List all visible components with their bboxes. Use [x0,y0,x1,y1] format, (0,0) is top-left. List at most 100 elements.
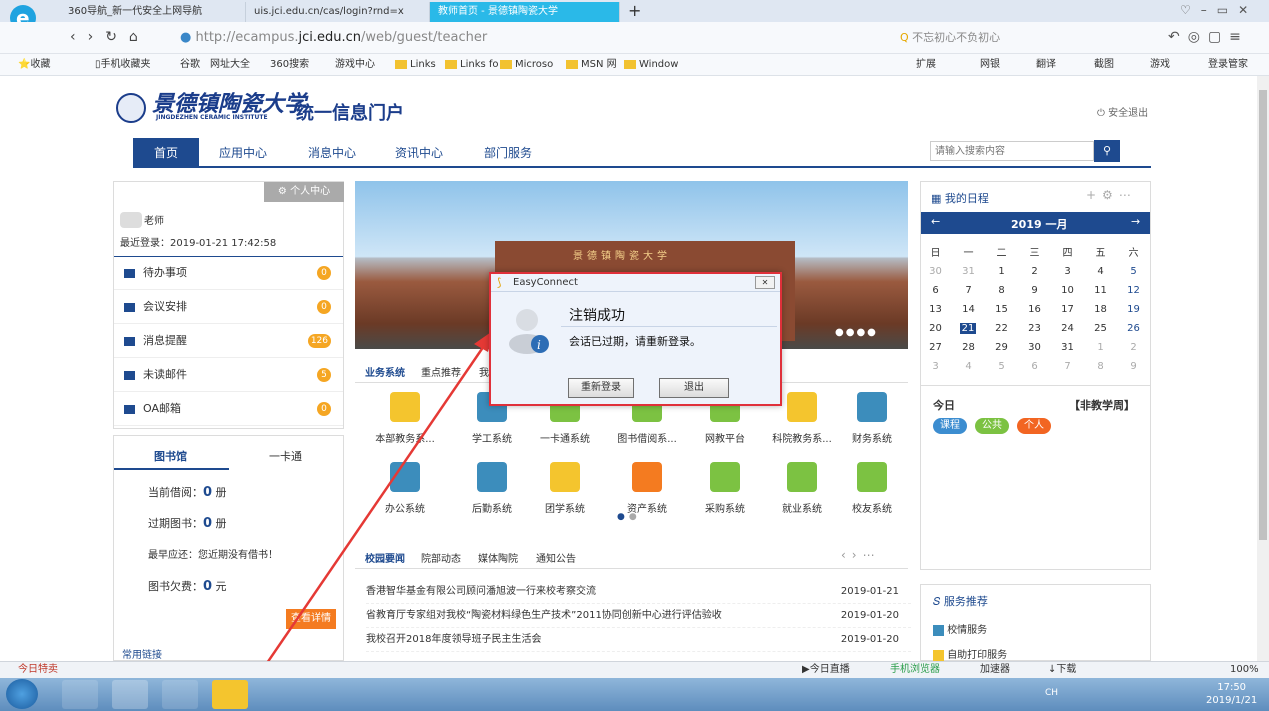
favorite-window[interactable]: Window [624,54,678,75]
calendar-day[interactable]: 3 [919,361,952,372]
ext-expand[interactable]: 扩展 [916,54,936,75]
calendar-day[interactable]: 5 [1117,266,1150,277]
ie-icon[interactable] [62,680,98,709]
system-label[interactable]: 就业系统 [762,500,842,515]
calendar-day[interactable]: 19 [1117,304,1150,315]
system-icon[interactable] [857,392,887,422]
favorite-links[interactable]: Links [395,54,436,75]
favorite-daquan[interactable]: 网址大全 [210,54,250,75]
mobile-browser[interactable]: 手机浏览器 [890,662,940,678]
system-label[interactable]: 校友系统 [832,500,912,515]
calendar-day[interactable]: 12 [1117,285,1150,296]
ext-login[interactable]: 登录管家 [1208,54,1248,75]
calendar-day[interactable]: 30 [919,266,952,277]
tag-course[interactable]: 课程 [933,418,967,434]
calendar-day[interactable]: 13 [919,304,952,315]
carousel-dots[interactable]: ●●●● [835,327,878,338]
dialog-close-button[interactable]: ✕ [755,276,775,289]
favorite-360search[interactable]: 360搜索 [270,54,309,75]
favorite-games[interactable]: 游戏中心 [335,54,375,75]
new-tab-button[interactable]: + [628,1,641,20]
system-label[interactable]: 一卡通系统 [525,430,605,445]
clock[interactable]: 17:50 2019/1/21 [1206,681,1257,707]
left-item-todo[interactable]: 待办事项 0 [114,256,343,290]
zoom-level[interactable]: 100% [1230,662,1259,678]
nav-news[interactable]: 资讯中心 [395,138,443,168]
portal-search-input[interactable] [930,141,1094,161]
ext-translate[interactable]: 翻译 [1036,54,1056,75]
calendar-day[interactable]: 25 [1084,323,1117,334]
system-icon[interactable] [550,462,580,492]
prev-month-button[interactable]: ← [931,215,940,228]
service-item[interactable]: 校情服务 [933,621,987,636]
system-icon[interactable] [632,462,662,492]
nav-home[interactable]: 首页 [133,138,200,168]
calendar-day[interactable]: 14 [952,304,985,315]
system-icon[interactable] [857,462,887,492]
nav-departments[interactable]: 部门服务 [484,138,532,168]
start-button[interactable] [6,679,38,709]
browser-360-icon[interactable] [112,680,148,709]
tab-library[interactable]: 图书馆 [154,448,187,464]
relogin-button[interactable]: 重新登录 [568,378,634,398]
favorite-google[interactable]: 谷歌 [180,54,200,75]
live-button[interactable]: ▶今日直播 [802,662,850,678]
nav-messages[interactable]: 消息中心 [308,138,356,168]
calendar-day[interactable]: 5 [985,361,1018,372]
logout-link[interactable]: ⏻ 安全退出 [1097,104,1148,119]
calendar-day[interactable]: 26 [1117,323,1150,334]
calendar-day[interactable]: 9 [1018,285,1051,296]
calendar-day[interactable]: 11 [1084,285,1117,296]
search-box[interactable]: Q 不忘初心不负初心 [900,28,1140,48]
next-month-button[interactable]: → [1131,215,1140,228]
system-icon[interactable] [787,392,817,422]
tab-teacher-home[interactable]: 教师首页 - 景德镇陶瓷大学 [430,2,620,22]
calendar-day[interactable]: 2 [1018,266,1051,277]
tab-notices[interactable]: 通知公告 [536,550,576,565]
ext-games[interactable]: 游戏 [1150,54,1170,75]
calendar-day[interactable]: 31 [1051,342,1084,353]
tag-public[interactable]: 公共 [975,418,1009,434]
calendar-day[interactable]: 21 [960,323,976,334]
systems-pager[interactable]: ●● [617,512,641,522]
calendar-day[interactable]: 24 [1051,323,1084,334]
calendar-day[interactable]: 28 [952,342,985,353]
calendar-day[interactable]: 23 [1018,323,1051,334]
calendar-day[interactable]: 3 [1051,266,1084,277]
system-label[interactable]: 采购系统 [685,500,765,515]
favorite-collect[interactable]: ⭐收藏 [18,54,50,75]
nav-buttons[interactable]: ‹›↻⌂ [70,29,150,45]
calendar-day[interactable]: 7 [952,285,985,296]
calendar-day[interactable]: 8 [1084,361,1117,372]
favorite-linksfo[interactable]: Links fo [445,54,499,75]
nav-apps[interactable]: 应用中心 [219,138,267,168]
calendar-day[interactable]: 4 [1084,266,1117,277]
exit-button[interactable]: 退出 [659,378,729,398]
tab-uis-login[interactable]: uis.jci.edu.cn/cas/login?rnd=x [246,2,430,22]
ext-screenshot[interactable]: 截图 [1094,54,1114,75]
tab-360[interactable]: 360导航_新一代安全上网导航 [60,2,246,22]
calendar-day[interactable]: 1 [1084,342,1117,353]
system-label[interactable]: 图书借阅系... [607,430,687,445]
calendar-day[interactable]: 8 [985,285,1018,296]
calendar-day[interactable]: 31 [952,266,985,277]
service-item[interactable]: 自助打印服务 [933,646,1007,661]
system-label[interactable]: 科院教务系... [762,430,842,445]
download-button[interactable]: ↓下载 [1048,662,1076,678]
calendar-day[interactable]: 4 [952,361,985,372]
system-label[interactable]: 财务系统 [832,430,912,445]
calendar-day[interactable]: 2 [1117,342,1150,353]
search-button[interactable]: ⚲ [1094,140,1120,162]
system-icon[interactable] [787,462,817,492]
url-field[interactable]: ● http://ecampus.jci.edu.cn/web/guest/te… [180,28,820,48]
system-label[interactable]: 网教平台 [685,430,765,445]
easyconnect-taskbar-icon[interactable] [212,680,248,709]
calendar-day[interactable]: 9 [1117,361,1150,372]
system-icon[interactable] [710,462,740,492]
calendar-day[interactable]: 18 [1084,304,1117,315]
calendar-day[interactable]: 6 [1018,361,1051,372]
accelerator[interactable]: 加速器 [980,662,1010,678]
personal-center-button[interactable]: ⚙ 个人中心 [264,182,344,202]
favorite-msn[interactable]: MSN 网 [566,54,617,75]
favorite-microso[interactable]: Microso [500,54,553,75]
